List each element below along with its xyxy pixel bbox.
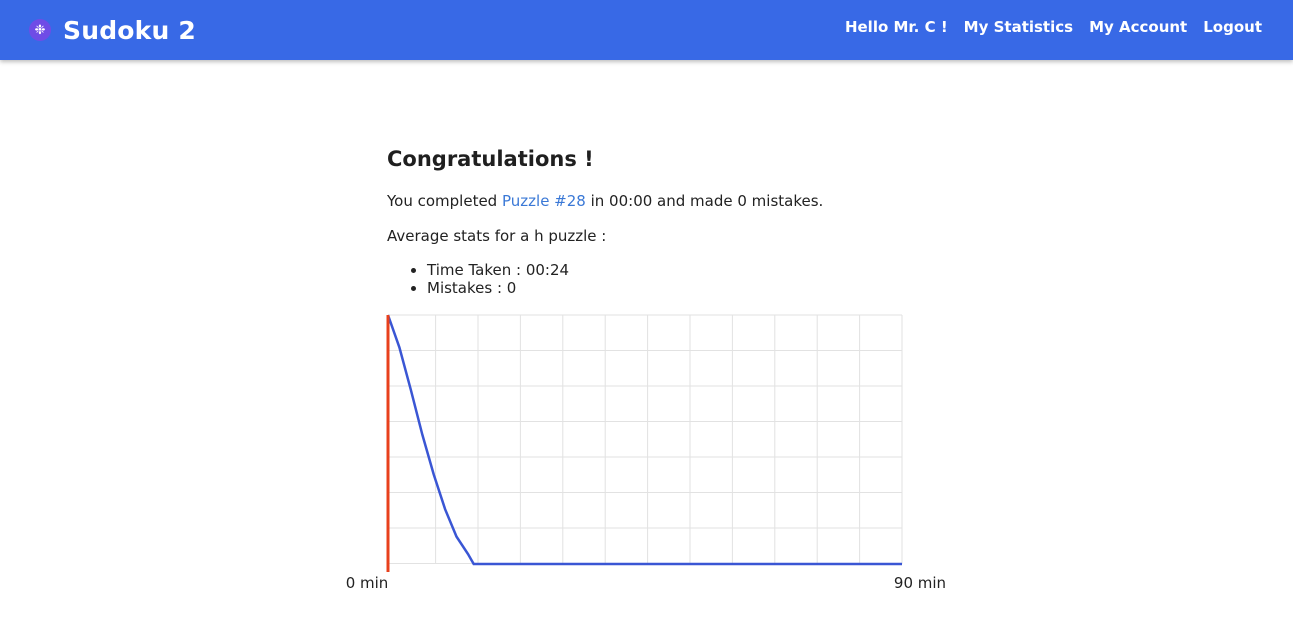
distribution-curve <box>386 314 902 566</box>
x-tick-label-max: 90 min <box>894 574 946 592</box>
average-stats-list: Time Taken : 00:24 Mistakes : 0 <box>387 261 569 297</box>
nav-my-statistics[interactable]: My Statistics <box>964 18 1073 36</box>
nav-my-account[interactable]: My Account <box>1089 18 1187 36</box>
x-tick-label-min: 0 min <box>346 574 389 592</box>
stat-time-taken: Time Taken : 00:24 <box>427 261 569 279</box>
navbar: ❉ Sudoku 2 Hello Mr. C ! My Statistics M… <box>0 0 1293 60</box>
sudoku-logo-icon: ❉ <box>29 19 51 41</box>
main-content: Congratulations ! You completed Puzzle #… <box>387 140 947 297</box>
average-stats-text: Average stats for a h puzzle : <box>387 227 607 245</box>
nav-logout[interactable]: Logout <box>1203 18 1262 36</box>
brand-link[interactable]: ❉ Sudoku 2 <box>29 13 196 47</box>
stat-mistakes: Mistakes : 0 <box>427 279 569 297</box>
time-distribution-chart: 0 min 90 min <box>346 314 946 592</box>
completion-suffix: in 00:00 and made 0 mistakes. <box>585 192 824 210</box>
nav-greeting[interactable]: Hello Mr. C ! <box>845 18 948 36</box>
puzzle-link[interactable]: Puzzle #28 <box>502 192 586 210</box>
brand-title: Sudoku 2 <box>63 15 196 45</box>
page-title: Congratulations ! <box>387 147 594 171</box>
completion-prefix: You completed <box>387 192 502 210</box>
nav-links: Hello Mr. C ! My Statistics My Account L… <box>845 18 1262 36</box>
chart-grid <box>388 314 903 564</box>
completion-summary: You completed Puzzle #28 in 00:00 and ma… <box>387 192 823 210</box>
